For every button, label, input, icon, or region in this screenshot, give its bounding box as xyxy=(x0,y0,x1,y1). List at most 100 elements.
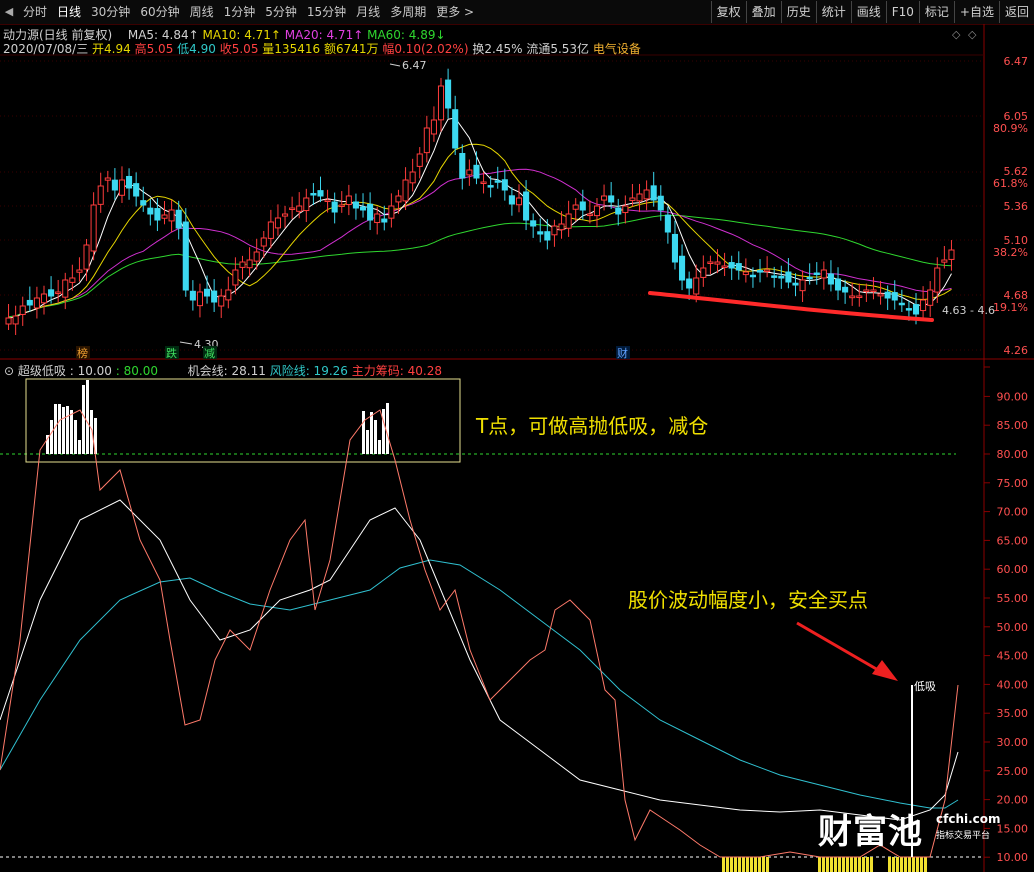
signal-bar xyxy=(382,409,385,454)
main-chips-value: 主力筹码: 40.28 xyxy=(351,364,442,378)
candle-body xyxy=(239,261,246,268)
indicator-name[interactable]: 超级低吸 xyxy=(18,364,66,378)
close-icon[interactable]: ◇ xyxy=(968,28,977,41)
indicator-tick: 20.00 xyxy=(997,794,1029,807)
signal-bar xyxy=(750,857,753,872)
candle-body xyxy=(679,255,686,281)
signal-bar xyxy=(66,406,69,454)
signal-bar xyxy=(50,420,53,454)
candle-body xyxy=(558,223,565,231)
candle-body xyxy=(742,271,749,276)
signal-bar xyxy=(846,857,849,872)
signal-bar xyxy=(70,410,73,454)
candle-body xyxy=(204,288,211,297)
candle-body xyxy=(12,315,19,325)
candle-body xyxy=(218,295,225,307)
candle-body xyxy=(551,225,558,236)
candle-body xyxy=(296,205,303,212)
bottom-signal-bars xyxy=(722,857,927,872)
candle-body xyxy=(352,201,359,209)
candle-body xyxy=(69,277,76,283)
candle-body xyxy=(225,289,232,301)
candle-body xyxy=(643,189,650,200)
ma10-line xyxy=(8,143,952,319)
candle-body xyxy=(253,251,260,262)
signal-bar xyxy=(866,857,869,872)
candle-body xyxy=(480,181,487,184)
indicator-tick: 35.00 xyxy=(997,707,1029,720)
candle-body xyxy=(274,217,281,229)
candle-body xyxy=(756,270,764,273)
signal-bar xyxy=(838,857,841,872)
candle-body xyxy=(494,180,501,183)
candle-body xyxy=(707,261,714,264)
candle-body xyxy=(785,271,792,283)
t-point-annotation: T点，可做高抛低吸，减仓 xyxy=(476,414,709,438)
candle-body xyxy=(778,275,785,279)
candle-body xyxy=(289,207,296,210)
ma20-line xyxy=(8,168,952,319)
event-label[interactable]: 财 xyxy=(617,346,628,360)
event-label[interactable]: 跌 xyxy=(166,346,177,360)
signal-bar xyxy=(754,857,757,872)
candle-body xyxy=(345,195,352,206)
candle-body xyxy=(884,291,891,299)
signal-bar xyxy=(74,420,77,454)
signal-bar xyxy=(908,857,911,872)
signal-bar xyxy=(78,440,81,454)
candle-body xyxy=(154,208,161,221)
candle-body xyxy=(601,195,608,201)
candle-body xyxy=(657,195,664,211)
candle-body xyxy=(90,204,97,252)
event-label[interactable]: 减 xyxy=(204,347,215,360)
signal-bar xyxy=(362,411,365,454)
signal-bar xyxy=(378,440,381,454)
candle-body xyxy=(565,213,572,229)
candle-body xyxy=(891,292,898,301)
candle-body xyxy=(579,201,586,211)
candle-body xyxy=(437,85,445,121)
price-tick: 80.9% xyxy=(993,122,1028,135)
indicator-param-1: : 10.00 xyxy=(69,364,112,378)
candle-body xyxy=(693,277,700,295)
candle-body xyxy=(849,295,856,299)
indicator-tick: 40.00 xyxy=(997,678,1029,691)
diamond-icon[interactable]: ◇ xyxy=(952,28,961,41)
signal-bar xyxy=(742,857,745,872)
candle-body xyxy=(877,293,884,297)
candle-body xyxy=(700,267,707,278)
candle-body xyxy=(827,273,834,285)
indicator-grid xyxy=(984,366,990,858)
candle-body xyxy=(593,205,601,217)
range-price-mark: 4.63 - 4.6 xyxy=(942,304,995,317)
candle-body xyxy=(834,278,842,291)
watermark: 财富池 cfchi.com 指标交易平台 xyxy=(818,804,1001,853)
signal-bar xyxy=(912,857,915,872)
candle-body xyxy=(898,302,905,306)
collapse-icon[interactable]: ⊙ xyxy=(4,364,14,378)
watermark-site: cfchi.com xyxy=(936,812,1001,826)
candle-body xyxy=(161,214,168,219)
candle-body xyxy=(104,177,111,181)
indicator-tick: 65.00 xyxy=(997,534,1029,547)
event-label[interactable]: 榜 xyxy=(77,346,88,360)
candle-body xyxy=(856,295,863,298)
candle-body xyxy=(168,209,175,222)
candle-body xyxy=(260,237,267,247)
signal-bar xyxy=(818,857,821,872)
candle-body xyxy=(608,195,615,203)
indicator-tick: 30.00 xyxy=(997,736,1029,749)
arrow-head-icon xyxy=(872,660,898,681)
candle-body xyxy=(118,179,126,196)
candle-body xyxy=(728,262,735,269)
candle-body xyxy=(912,304,920,315)
price-tick: 6.47 xyxy=(1004,55,1029,68)
signal-bar xyxy=(370,412,373,454)
indicator-tick: 25.00 xyxy=(997,765,1029,778)
candle-body xyxy=(232,269,239,286)
candle-body xyxy=(487,185,494,188)
candle-body xyxy=(97,185,104,205)
signal-bar xyxy=(734,857,737,872)
signal-bar xyxy=(904,857,907,872)
signal-bar xyxy=(86,380,89,454)
